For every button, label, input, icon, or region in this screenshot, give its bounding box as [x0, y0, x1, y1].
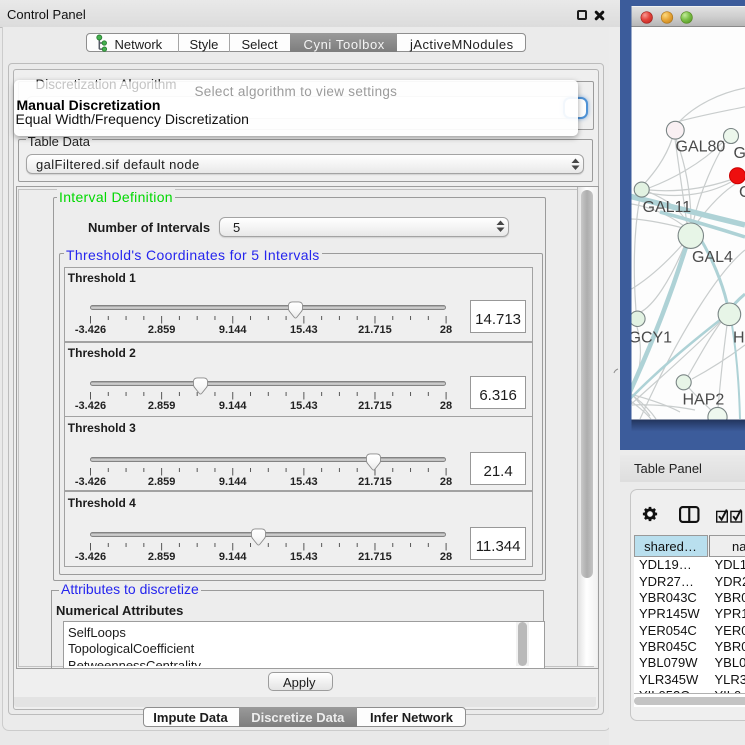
svg-text:GCY1: GCY1 — [629, 330, 673, 347]
svg-text:C: C — [739, 184, 745, 201]
svg-text:GAL80: GAL80 — [676, 139, 726, 156]
svg-text:GA: GA — [734, 145, 745, 162]
svg-text:GAL4: GAL4 — [692, 249, 733, 266]
svg-text:HAP2: HAP2 — [683, 392, 725, 409]
svg-text:GAL11: GAL11 — [643, 199, 692, 216]
svg-text:H: H — [733, 330, 745, 347]
